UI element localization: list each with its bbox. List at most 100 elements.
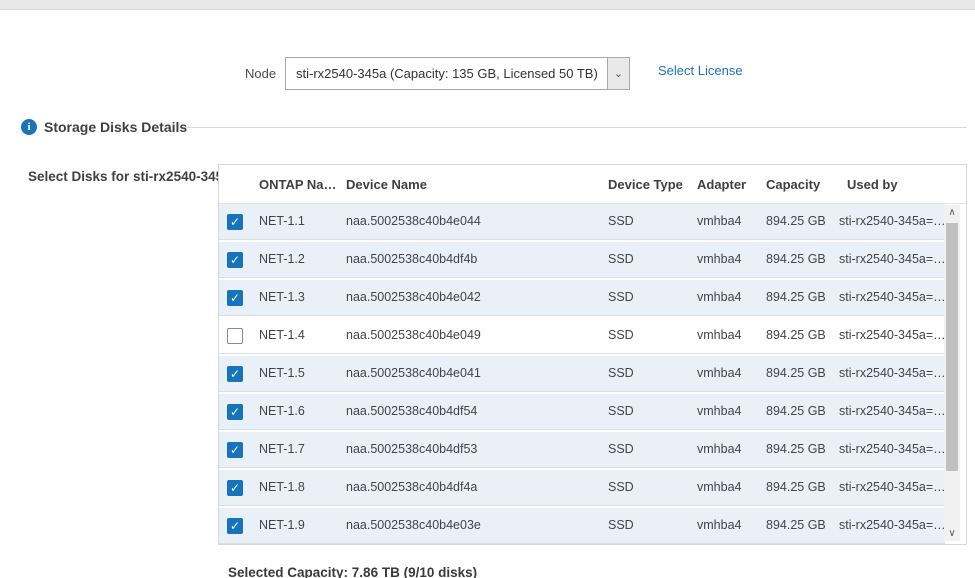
cell-used-by: sti-rx2540-345a=… [839,214,945,228]
select-license-link[interactable]: Select License [658,63,743,78]
section-title: Storage Disks Details [44,119,187,135]
disk-table: ONTAP Na… Device Name Device Type Adapte… [218,164,967,545]
cell-used-by: sti-rx2540-345a=… [839,404,945,418]
cell-adapter: vmhba4 [697,404,741,418]
cell-ontap-name: NET-1.5 [259,366,305,380]
disk-checkbox[interactable]: ✓ [227,290,243,306]
cell-used-by: sti-rx2540-345a=… [839,366,945,380]
select-disks-label: Select Disks for sti-rx2540-345a [28,169,231,184]
check-icon: ✓ [230,406,240,418]
cell-capacity: 894.25 GB [766,480,826,494]
cell-device-name: naa.5002538c40b4e03e [346,518,481,532]
check-icon: ✓ [230,368,240,380]
table-row[interactable]: ✓ NET-1.4 naa.5002538c40b4e049 SSD vmhba… [219,318,945,354]
cell-adapter: vmhba4 [697,366,741,380]
chevron-down-icon[interactable]: ⌄ [607,58,629,89]
check-icon: ✓ [230,482,240,494]
top-bar [0,0,975,10]
cell-capacity: 894.25 GB [766,404,826,418]
scroll-down-icon[interactable]: ∨ [944,526,960,541]
table-row[interactable]: ✓ NET-1.2 naa.5002538c40b4df4b SSD vmhba… [219,242,945,278]
cell-used-by: sti-rx2540-345a=… [839,518,945,532]
check-icon: ✓ [230,254,240,266]
cell-device-name: naa.5002538c40b4e041 [346,366,481,380]
column-header-device-name: Device Name [346,177,427,192]
disk-table-header: ONTAP Na… Device Name Device Type Adapte… [219,165,966,204]
table-row[interactable]: ✓ NET-1.7 naa.5002538c40b4df53 SSD vmhba… [219,432,945,468]
check-icon: ✓ [230,444,240,456]
table-row[interactable]: ✓ NET-1.5 naa.5002538c40b4e041 SSD vmhba… [219,356,945,392]
check-icon: ✓ [230,520,240,532]
cell-capacity: 894.25 GB [766,252,826,266]
column-header-device-type: Device Type [608,177,683,192]
column-header-capacity: Capacity [766,177,820,192]
cell-used-by: sti-rx2540-345a=… [839,480,945,494]
cell-used-by: sti-rx2540-345a=… [839,328,945,342]
cell-device-type: SSD [608,404,634,418]
storage-disks-page: Node sti-rx2540-345a (Capacity: 135 GB, … [0,0,975,578]
info-icon[interactable]: i [21,119,37,135]
cell-capacity: 894.25 GB [766,214,826,228]
cell-ontap-name: NET-1.2 [259,252,305,266]
table-scrollbar[interactable]: ∧ ∨ [944,205,960,541]
column-header-used-by: Used by [847,177,898,192]
cell-ontap-name: NET-1.1 [259,214,305,228]
column-header-adapter: Adapter [697,177,746,192]
check-icon: ✓ [230,292,240,304]
cell-ontap-name: NET-1.8 [259,480,305,494]
cell-capacity: 894.25 GB [766,518,826,532]
cell-adapter: vmhba4 [697,442,741,456]
cell-adapter: vmhba4 [697,328,741,342]
node-select-value: sti-rx2540-345a (Capacity: 135 GB, Licen… [286,66,607,81]
cell-device-name: naa.5002538c40b4e044 [346,214,481,228]
cell-capacity: 894.25 GB [766,366,826,380]
cell-capacity: 894.25 GB [766,328,826,342]
disk-checkbox[interactable]: ✓ [227,252,243,268]
cell-device-type: SSD [608,442,634,456]
cell-device-name: naa.5002538c40b4df54 [346,404,477,418]
cell-capacity: 894.25 GB [766,442,826,456]
section-divider [185,127,967,128]
cell-device-name: naa.5002538c40b4e049 [346,328,481,342]
disk-checkbox[interactable]: ✓ [227,214,243,230]
check-icon: ✓ [230,216,240,228]
cell-used-by: sti-rx2540-345a=… [839,290,945,304]
disk-checkbox[interactable]: ✓ [227,518,243,534]
cell-device-type: SSD [608,214,634,228]
cell-device-type: SSD [608,328,634,342]
cell-adapter: vmhba4 [697,252,741,266]
cell-device-type: SSD [608,252,634,266]
disk-checkbox[interactable]: ✓ [227,480,243,496]
cell-ontap-name: NET-1.7 [259,442,305,456]
cell-ontap-name: NET-1.3 [259,290,305,304]
cell-device-name: naa.5002538c40b4df4b [346,252,477,266]
cell-device-type: SSD [608,366,634,380]
cell-device-name: naa.5002538c40b4df4a [346,480,477,494]
table-row[interactable]: ✓ NET-1.3 naa.5002538c40b4e042 SSD vmhba… [219,280,945,316]
cell-adapter: vmhba4 [697,480,741,494]
cell-device-name: naa.5002538c40b4e042 [346,290,481,304]
cell-capacity: 894.25 GB [766,290,826,304]
cell-adapter: vmhba4 [697,214,741,228]
table-row[interactable]: ✓ NET-1.8 naa.5002538c40b4df4a SSD vmhba… [219,470,945,506]
table-row[interactable]: ✓ NET-1.6 naa.5002538c40b4df54 SSD vmhba… [219,394,945,430]
disk-checkbox[interactable]: ✓ [227,442,243,458]
cell-ontap-name: NET-1.6 [259,404,305,418]
scroll-up-icon[interactable]: ∧ [944,205,960,220]
cell-device-type: SSD [608,290,634,304]
node-select-dropdown[interactable]: sti-rx2540-345a (Capacity: 135 GB, Licen… [285,57,630,90]
scrollbar-thumb[interactable] [946,223,958,471]
node-label: Node [245,66,276,81]
disk-checkbox[interactable]: ✓ [227,366,243,382]
disk-checkbox[interactable]: ✓ [227,328,243,344]
cell-used-by: sti-rx2540-345a=… [839,252,945,266]
cell-device-type: SSD [608,518,634,532]
cell-ontap-name: NET-1.9 [259,518,305,532]
table-row[interactable]: ✓ NET-1.1 naa.5002538c40b4e044 SSD vmhba… [219,204,945,240]
cell-adapter: vmhba4 [697,290,741,304]
table-row[interactable]: ✓ NET-1.9 naa.5002538c40b4e03e SSD vmhba… [219,508,945,544]
selected-capacity-summary: Selected Capacity: 7.86 TB (9/10 disks) [228,565,477,578]
cell-used-by: sti-rx2540-345a=… [839,442,945,456]
disk-checkbox[interactable]: ✓ [227,404,243,420]
cell-ontap-name: NET-1.4 [259,328,305,342]
